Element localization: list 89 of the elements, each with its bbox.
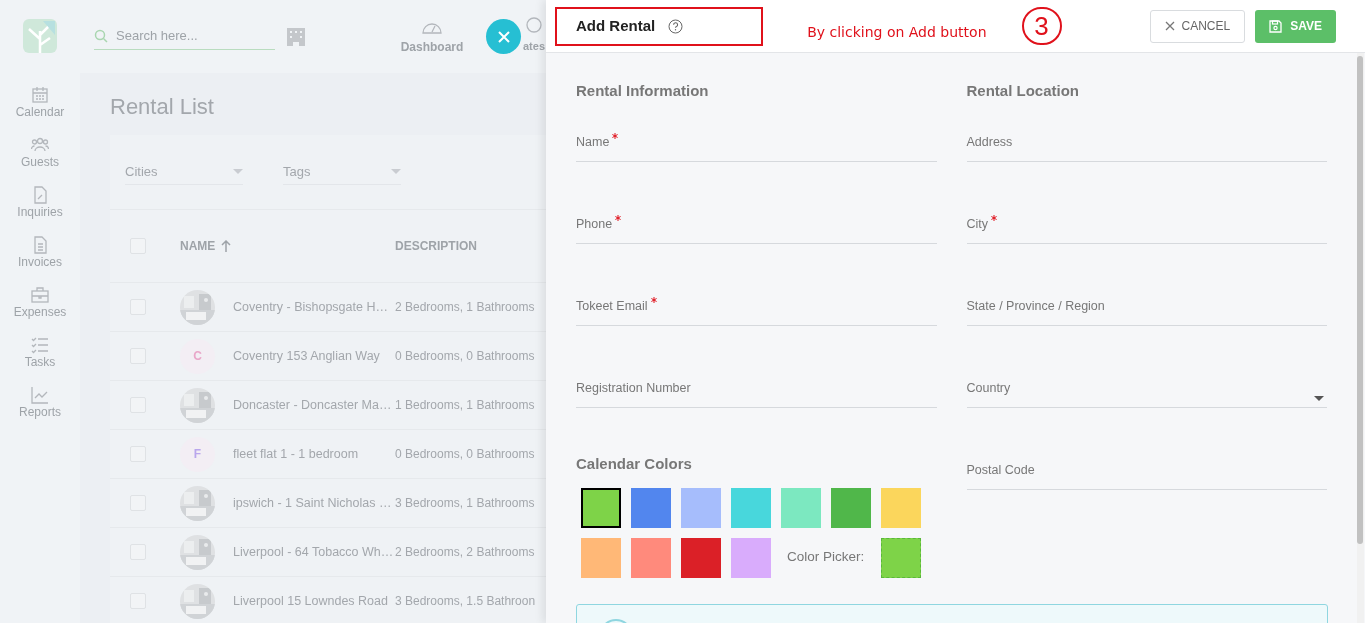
color-picker[interactable] [881, 537, 921, 578]
sidebar-item[interactable]: Guests [21, 128, 59, 178]
scrollbar[interactable] [1357, 53, 1364, 623]
color-swatch[interactable] [631, 487, 671, 528]
search-field[interactable]: Search here... [116, 25, 266, 46]
building-icon[interactable] [286, 26, 306, 47]
checklist-icon [31, 336, 49, 354]
cancel-button[interactable]: CANCEL [1149, 9, 1246, 43]
table-cell-text: 2 Bedrooms, 1 Bathrooms [395, 299, 535, 316]
table-cell-text: 1 Bedrooms, 1 Bathrooms [395, 397, 535, 414]
input-field[interactable]: Country [966, 371, 1327, 408]
color-swatch[interactable] [681, 487, 721, 528]
nav-item[interactable]: ates [522, 17, 546, 56]
table-cell-text: Liverpool 15 Lowndes Road [233, 592, 389, 610]
close-icon [1164, 21, 1175, 31]
color-swatch[interactable] [581, 537, 621, 578]
input-field[interactable]: City [966, 207, 1327, 244]
table-cell-text: fleet flat 1 - 1 bedroom [233, 445, 360, 463]
sidebar-item[interactable]: Expenses [13, 278, 67, 328]
sidebar-item[interactable]: Tasks [24, 328, 56, 378]
table-row[interactable]: F fleet flat 1 - 1 bedroom 0 Bedrooms, 0 Bathrooms [110, 430, 546, 479]
calendar-icon [31, 86, 49, 104]
color-swatch[interactable] [731, 487, 771, 528]
annotation-text: By clicking on Add button [807, 23, 987, 42]
table-cell-text: 2 Bedrooms, 2 Bathrooms [395, 544, 535, 561]
caret-icon [1314, 396, 1324, 401]
avatar: F [180, 436, 215, 472]
filter-dropdown[interactable]: Cities [125, 159, 243, 185]
table-cell-text: Liverpool - 64 Tobacco Wh… [233, 543, 395, 561]
table-cell-text: ipswich - 1 Saint Nicholas … [233, 494, 393, 512]
column-header: NAME [180, 238, 216, 255]
color-swatch[interactable] [881, 487, 921, 528]
input-field[interactable]: Registration Number [576, 371, 937, 408]
input-field[interactable]: Postal Code [966, 453, 1327, 490]
close-button[interactable] [486, 19, 521, 54]
caret-icon [391, 169, 401, 174]
column-header: DESCRIPTION [395, 238, 477, 255]
people-icon [31, 136, 49, 154]
table-row[interactable]: C Coventry 153 Anglian Way 0 Bedrooms, 0 Bathrooms [110, 332, 546, 381]
sidebar-item[interactable]: Reports [19, 378, 61, 428]
logo-icon[interactable] [23, 19, 57, 53]
briefcase-icon [31, 286, 49, 304]
document-icon [31, 236, 49, 254]
document-pen-icon [31, 186, 49, 204]
avatar: C [180, 338, 215, 374]
input-field[interactable]: Name [576, 125, 937, 162]
table-row[interactable]: ipswich - 1 Saint Nicholas … 3 Bedrooms, 1 Bathrooms [110, 479, 546, 528]
table-row[interactable]: Liverpool - 64 Tobacco Wh…2 Bedrooms, 2 Bathrooms [110, 528, 546, 577]
close-icon [497, 30, 510, 43]
color-swatch[interactable] [681, 537, 721, 578]
input-field[interactable]: Tokeet Email [576, 289, 937, 326]
color-swatch[interactable] [631, 537, 671, 578]
color-swatch[interactable] [581, 487, 621, 528]
sidebar-item[interactable]: Calendar [15, 78, 65, 128]
table-cell-text: Coventry 153 Anglian Way [233, 347, 381, 365]
caret-icon [233, 169, 243, 174]
section-title: Rental Information [576, 81, 710, 101]
table-row[interactable]: Liverpool 15 Lowndes Road 3 Bedrooms, 1.5 Bathroon [110, 577, 546, 623]
table-cell-text: 3 Bedrooms, 1.5 Bathroon [395, 593, 536, 610]
color-swatch[interactable] [781, 487, 821, 528]
color-swatch[interactable] [831, 487, 871, 528]
step-number: 3 [1021, 7, 1062, 45]
filter-dropdown[interactable]: Tags [283, 159, 401, 185]
color-swatch[interactable] [731, 537, 771, 578]
table-row[interactable]: Doncaster - Doncaster Ma… 1 Bedrooms, 1 Bathrooms [110, 381, 546, 430]
save-button[interactable]: SAVE [1255, 9, 1336, 43]
picker-label: Color Picker: [786, 548, 866, 567]
panel-title: Add Rental [576, 15, 656, 36]
input-field[interactable]: Address [966, 125, 1327, 162]
coin-icon [526, 17, 542, 33]
input-field[interactable]: Phone [576, 207, 937, 244]
section-title: Calendar Colors [576, 454, 693, 474]
table-cell-text: Doncaster - Doncaster Ma… [233, 396, 393, 414]
section-title: Rental Location [966, 81, 1080, 101]
page-title: Rental List [110, 93, 215, 120]
search-icon [94, 28, 108, 43]
save-icon [1269, 19, 1283, 33]
nav-item[interactable]: Dashboard [401, 17, 463, 56]
sidebar-item[interactable]: Inquiries [17, 178, 63, 228]
table-row[interactable]: Coventry - Bishopsgate H… 2 Bedrooms, 1 Bathrooms [110, 283, 546, 332]
table-cell-text: 3 Bedrooms, 1 Bathrooms [395, 495, 535, 512]
sort-arrow-icon [221, 240, 232, 252]
table-cell-text: Coventry - Bishopsgate H… [233, 298, 389, 316]
table-cell-text: 0 Bedrooms, 0 Bathrooms [395, 348, 535, 365]
input-field[interactable]: State / Province / Region [966, 289, 1327, 326]
chart-icon [31, 386, 49, 404]
table-cell-text: 0 Bedrooms, 0 Bathrooms [395, 446, 535, 463]
help-icon[interactable] [668, 18, 684, 34]
sidebar-item[interactable]: Invoices [18, 228, 62, 278]
